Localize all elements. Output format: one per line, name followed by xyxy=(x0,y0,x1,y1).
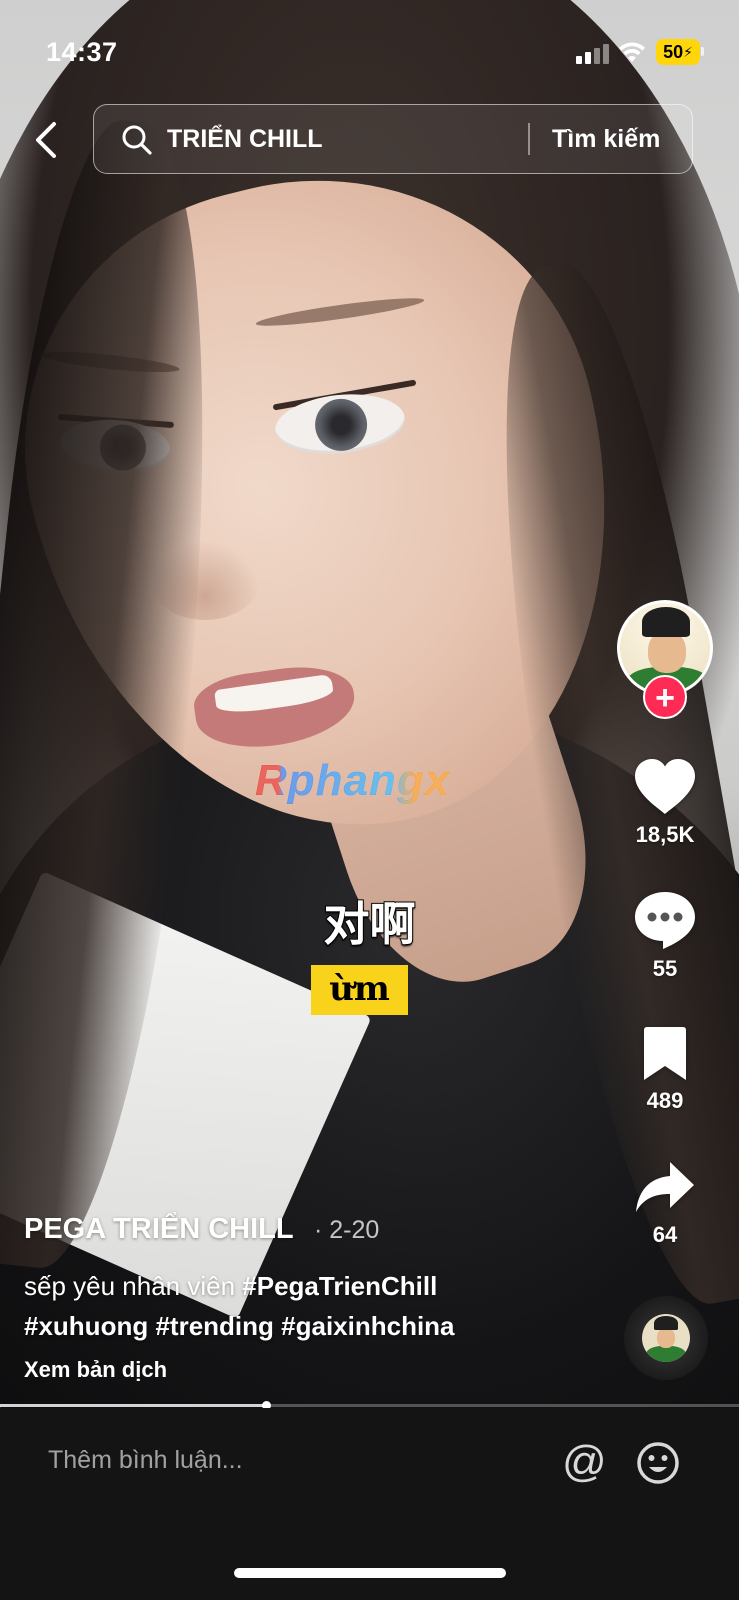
hashtag-link[interactable]: #gaixinhchina xyxy=(281,1311,454,1341)
video-progress-fill xyxy=(0,1404,267,1407)
post-date: · 2-20 xyxy=(314,1216,380,1244)
watermark: Rphangx xyxy=(255,756,451,805)
battery-tip xyxy=(701,47,704,56)
comment-input[interactable]: Thêm bình luận... xyxy=(48,1446,243,1475)
save-button[interactable]: 489 xyxy=(615,1026,715,1114)
post-caption: sếp yêu nhân viên #PegaTrienChill #xuhuo… xyxy=(24,1266,604,1346)
search-icon xyxy=(122,125,152,155)
signal-icon xyxy=(576,44,609,64)
search-divider xyxy=(528,123,530,155)
music-disc-icon[interactable] xyxy=(624,1296,708,1380)
search-button[interactable]: Tìm kiếm xyxy=(552,125,660,154)
battery-icon: 50 ⚡ xyxy=(656,39,700,65)
home-indicator[interactable] xyxy=(234,1568,506,1578)
hashtag-link[interactable]: #trending xyxy=(155,1311,273,1341)
caption-text: sếp yêu nhân viên xyxy=(24,1271,243,1301)
like-button[interactable]: 18,5K xyxy=(615,758,715,848)
status-time: 14:37 xyxy=(46,37,118,67)
share-button[interactable]: 64 xyxy=(615,1160,715,1248)
follow-plus-icon[interactable]: + xyxy=(643,675,687,719)
comment-bubble-icon xyxy=(635,892,695,949)
video-progress-bar[interactable] xyxy=(0,1401,739,1410)
subtitle-vietnamese: ừm xyxy=(311,965,408,1015)
back-arrow-icon[interactable] xyxy=(30,118,70,162)
bookmark-icon xyxy=(644,1027,686,1080)
comment-count: 55 xyxy=(652,956,678,981)
hashtag-link[interactable]: #xuhuong xyxy=(24,1311,148,1341)
hashtag-link[interactable]: #PegaTrienChill xyxy=(242,1271,437,1301)
search-bar[interactable]: TRIỂN CHILL Tìm kiếm xyxy=(93,104,693,174)
emoji-icon[interactable] xyxy=(636,1441,680,1485)
search-query[interactable]: TRIỂN CHILL xyxy=(167,125,323,154)
wifi-icon xyxy=(619,42,645,62)
share-count: 64 xyxy=(652,1222,678,1247)
creator-name[interactable]: PEGA TRIỂN CHILL xyxy=(24,1213,294,1246)
battery-level: 50 xyxy=(663,41,684,62)
comment-button[interactable]: 55 xyxy=(615,890,715,982)
save-count: 489 xyxy=(646,1088,684,1113)
status-bar: 14:37 50 ⚡ xyxy=(0,0,739,100)
at-sign-icon[interactable]: @ xyxy=(562,1437,607,1487)
see-translation-link[interactable]: Xem bản dịch xyxy=(24,1357,167,1383)
heart-icon xyxy=(635,759,695,814)
like-count: 18,5K xyxy=(635,822,695,847)
share-arrow-icon xyxy=(636,1162,694,1212)
